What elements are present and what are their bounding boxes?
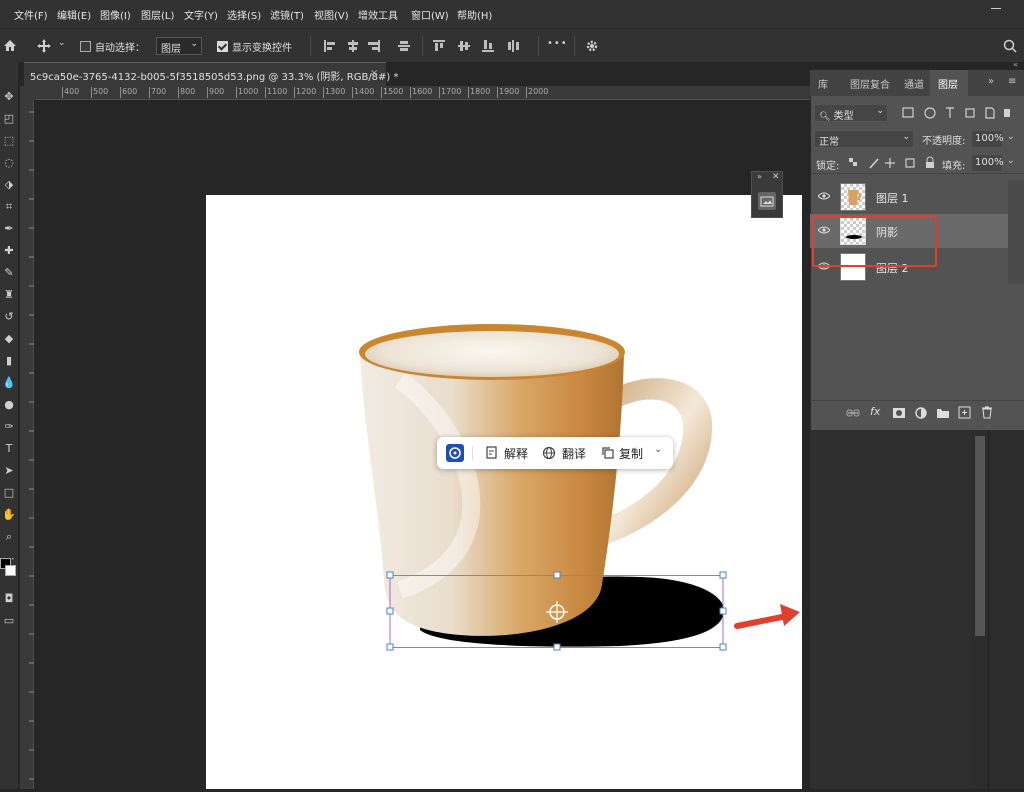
divider [472, 446, 473, 460]
copy-icon [602, 447, 614, 459]
expand-panel-icon[interactable]: » [988, 76, 994, 87]
folder-image-icon [760, 196, 774, 207]
layer-thumbnail [840, 183, 866, 211]
blend-opacity-row: 正常 ⌄ 不透明度: 100% ⌄ [810, 128, 1024, 150]
red-arrow-annotation [734, 604, 800, 629]
lock-label: 锁定: [816, 161, 840, 172]
explain-button[interactable]: 解释 [504, 445, 528, 462]
adjustment-layer-icon[interactable] [914, 406, 928, 420]
mask-icon[interactable] [892, 406, 906, 420]
filter-type-icons[interactable] [902, 106, 1012, 120]
copy-button[interactable]: 复制 [619, 445, 643, 462]
tab-channels[interactable]: 通道 [904, 76, 924, 91]
panel-empty-area [810, 430, 972, 789]
fill-label: 填充: [942, 161, 966, 172]
expand-icon[interactable]: » [757, 172, 762, 181]
divider [988, 430, 989, 789]
properties-panel-button[interactable] [758, 192, 776, 210]
vertical-scrollbar-thumb[interactable] [975, 436, 985, 636]
fill-input[interactable]: 100% [971, 154, 1004, 172]
translate-globe-icon [542, 446, 556, 460]
layers-scrollbar[interactable] [1008, 180, 1024, 284]
tab-layer-comps[interactable]: 图层复合 [850, 76, 890, 91]
chevron-down-icon[interactable]: ⌄ [654, 444, 662, 455]
panel-dock-lower [972, 430, 1024, 789]
filter-kind-dropdown[interactable]: 🔍︎ 类型 ⌄ [814, 104, 888, 122]
close-icon[interactable]: ✕ [772, 172, 780, 182]
layer-name[interactable]: 图层 1 [876, 190, 909, 206]
blend-mode-value: 正常 [819, 137, 839, 148]
folder-icon[interactable] [936, 406, 950, 420]
highlight-box-annotation [812, 216, 937, 267]
tab-layers[interactable]: 图层 [938, 76, 958, 91]
lock-icons[interactable] [848, 156, 938, 170]
chevron-down-icon[interactable]: ⌄ [1007, 132, 1015, 142]
explain-icon [486, 446, 497, 459]
layer-filter-row: 🔍︎ 类型 ⌄ [810, 102, 1024, 124]
trash-icon[interactable] [980, 405, 994, 419]
layer-row-layer1[interactable]: 图层 1 [810, 180, 1008, 214]
assistant-logo-icon[interactable] [446, 444, 464, 462]
fx-button[interactable]: fx [870, 405, 880, 418]
blend-mode-dropdown[interactable]: 正常 ⌄ [814, 130, 914, 148]
tab-libraries[interactable]: 库 [818, 76, 828, 91]
eye-icon[interactable] [818, 192, 830, 200]
panel-menu-icon[interactable]: ≡ [1008, 76, 1016, 87]
chevron-down-icon[interactable]: ⌄ [1007, 156, 1015, 166]
lock-fill-row: 锁定: 填充: 100% ⌄ [810, 152, 1024, 174]
filter-kind-value: 类型 [833, 111, 854, 122]
floating-mini-panel: » ✕ [751, 171, 783, 218]
panel-tabs: 库 图层复合 通道 图层 » ≡ [810, 70, 1024, 96]
opacity-input[interactable]: 100% [971, 130, 1004, 148]
new-layer-icon[interactable] [958, 406, 972, 420]
link-icon[interactable] [846, 406, 860, 420]
opacity-label: 不透明度: [922, 136, 966, 147]
selection-popup-toolbar: 解释 翻译 复制 ⌄ [437, 437, 673, 469]
layers-footer: fx [810, 400, 1024, 424]
translate-button[interactable]: 翻译 [562, 445, 586, 462]
